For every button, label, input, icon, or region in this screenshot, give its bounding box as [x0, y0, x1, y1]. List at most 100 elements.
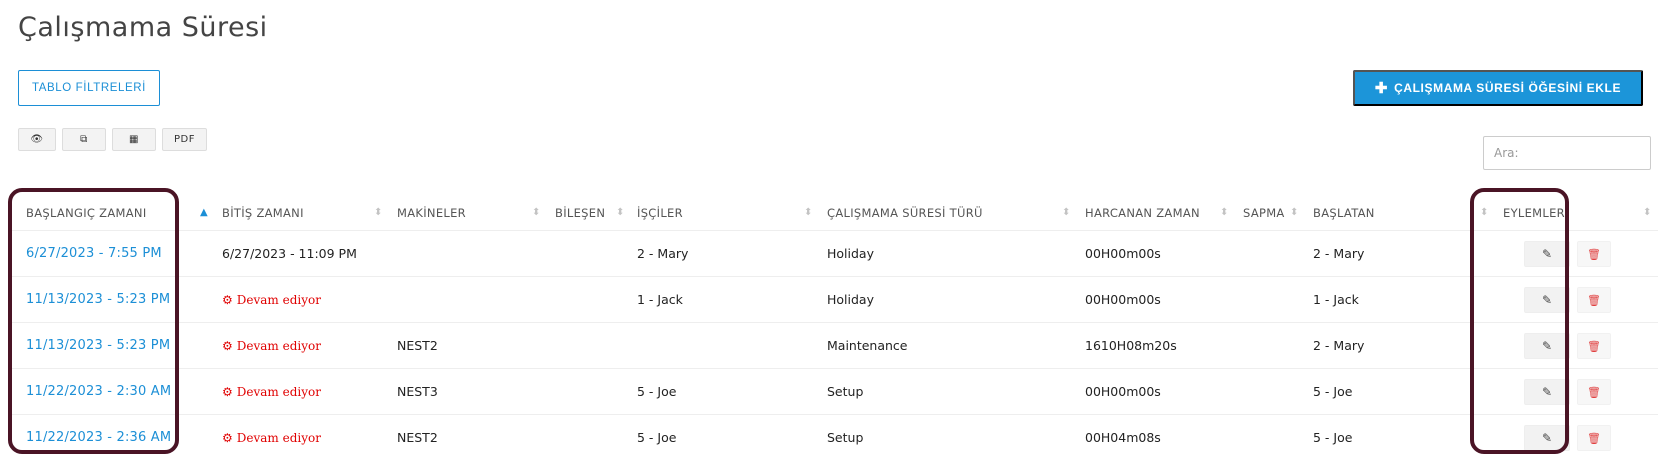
elapsed-time: 00H00m00s	[1085, 292, 1161, 307]
delete-button[interactable]: 🗑	[1577, 379, 1611, 405]
col-header-deviation[interactable]: SAPMA	[1243, 195, 1285, 230]
page-title: Çalışmama Süresi	[18, 12, 268, 43]
col-header-machines[interactable]: MAKİNELER	[397, 195, 466, 230]
add-downtime-button[interactable]: ✚ ÇALIŞMAMA SÜRESİ ÖĞESİNİ EKLE	[1353, 70, 1643, 106]
end-time-ongoing: ⚙ Devam ediyor	[222, 323, 321, 368]
sort-icon[interactable]: ⬍	[1643, 195, 1651, 230]
edit-button[interactable]: ✎	[1524, 379, 1570, 405]
downtime-type: Setup	[827, 430, 864, 445]
copy-button[interactable]: ⧉	[62, 128, 106, 151]
downtime-type: Holiday	[827, 292, 874, 307]
downtime-type: Setup	[827, 384, 864, 399]
col-header-start-time[interactable]: BAŞLANGIÇ ZAMANI	[26, 195, 147, 230]
sort-icon[interactable]: ⬍	[1062, 195, 1070, 230]
end-time: 6/27/2023 - 11:09 PM	[222, 246, 357, 261]
table-row: 6/27/2023 - 7:55 PM 6/27/2023 - 11:09 PM…	[10, 231, 1658, 277]
pdf-button[interactable]: PDF	[162, 128, 207, 151]
sort-icon[interactable]: ⬍	[532, 195, 540, 230]
initiator: 1 - Jack	[1313, 292, 1359, 307]
sort-icon[interactable]: ⬍	[1220, 195, 1228, 230]
workers: 5 - Joe	[637, 384, 677, 399]
sort-icon[interactable]: ⬍	[1290, 195, 1298, 230]
end-time-ongoing: ⚙ Devam ediyor	[222, 369, 321, 414]
edit-button[interactable]: ✎	[1524, 241, 1570, 267]
table-row: 11/22/2023 - 2:36 AM ⚙ Devam ediyor NEST…	[10, 415, 1658, 458]
delete-button[interactable]: 🗑	[1577, 425, 1611, 451]
initiator: 5 - Joe	[1313, 430, 1353, 445]
eye-icon: 👁	[30, 134, 44, 145]
workers: 1 - Jack	[637, 292, 683, 307]
table-header-row: BAŞLANGIÇ ZAMANI ▲ BİTİŞ ZAMANI ⬍ MAKİNE…	[10, 195, 1658, 231]
copy-icon: ⧉	[80, 134, 88, 145]
add-downtime-label: ÇALIŞMAMA SÜRESİ ÖĞESİNİ EKLE	[1394, 81, 1622, 95]
delete-button[interactable]: 🗑	[1577, 241, 1611, 267]
table-filters-button[interactable]: TABLO FİLTRELERİ	[18, 70, 160, 106]
trash-icon: 🗑	[1587, 385, 1601, 399]
edit-button[interactable]: ✎	[1524, 425, 1570, 451]
excel-button[interactable]: ▦	[112, 128, 156, 151]
workers: 2 - Mary	[637, 246, 689, 261]
downtime-table: BAŞLANGIÇ ZAMANI ▲ BİTİŞ ZAMANI ⬍ MAKİNE…	[10, 195, 1658, 458]
end-time-ongoing: ⚙ Devam ediyor	[222, 415, 321, 458]
edit-icon: ✎	[1541, 385, 1553, 399]
gears-icon: ⚙	[222, 430, 233, 445]
trash-icon: 🗑	[1587, 339, 1601, 353]
sort-asc-icon[interactable]: ▲	[200, 195, 208, 230]
initiator: 2 - Mary	[1313, 338, 1365, 353]
table-row: 11/13/2023 - 5:23 PM ⚙ Devam ediyor NEST…	[10, 323, 1658, 369]
table-icon: ▦	[129, 134, 139, 145]
ongoing-label: Devam ediyor	[236, 338, 321, 353]
plus-icon: ✚	[1374, 80, 1389, 97]
ongoing-label: Devam ediyor	[236, 430, 321, 445]
downtime-type: Maintenance	[827, 338, 908, 353]
edit-icon: ✎	[1541, 431, 1553, 445]
start-time-link[interactable]: 11/13/2023 - 5:23 PM	[26, 277, 170, 322]
search-input[interactable]	[1483, 136, 1651, 170]
sort-icon[interactable]: ⬍	[1480, 195, 1488, 230]
initiator: 5 - Joe	[1313, 384, 1353, 399]
gears-icon: ⚙	[222, 384, 233, 399]
downtime-type: Holiday	[827, 246, 874, 261]
trash-icon: 🗑	[1587, 293, 1601, 307]
edit-icon: ✎	[1541, 247, 1553, 261]
start-time-link[interactable]: 11/22/2023 - 2:30 AM	[26, 369, 171, 414]
export-buttons: 👁 ⧉ ▦ PDF	[18, 128, 207, 151]
sort-icon[interactable]: ⬍	[374, 195, 382, 230]
workers: 5 - Joe	[637, 430, 677, 445]
sort-icon[interactable]: ⬍	[616, 195, 624, 230]
elapsed-time: 00H00m00s	[1085, 246, 1161, 261]
start-time-link[interactable]: 11/22/2023 - 2:36 AM	[26, 415, 171, 458]
elapsed-time: 00H00m00s	[1085, 384, 1161, 399]
col-header-actions[interactable]: EYLEMLER	[1503, 195, 1565, 230]
sort-icon[interactable]: ⬍	[804, 195, 812, 230]
start-time-link[interactable]: 11/13/2023 - 5:23 PM	[26, 323, 170, 368]
column-visibility-button[interactable]: 👁	[18, 128, 56, 151]
edit-icon: ✎	[1541, 293, 1553, 307]
edit-icon: ✎	[1541, 339, 1553, 353]
machine: NEST3	[397, 384, 438, 399]
ongoing-label: Devam ediyor	[236, 384, 321, 399]
initiator: 2 - Mary	[1313, 246, 1365, 261]
edit-button[interactable]: ✎	[1524, 333, 1570, 359]
machine: NEST2	[397, 430, 438, 445]
col-header-elapsed-time[interactable]: HARCANAN ZAMAN	[1085, 195, 1200, 230]
delete-button[interactable]: 🗑	[1577, 333, 1611, 359]
gears-icon: ⚙	[222, 338, 233, 353]
trash-icon: 🗑	[1587, 247, 1601, 261]
col-header-workers[interactable]: İŞÇİLER	[637, 195, 683, 230]
machine: NEST2	[397, 338, 438, 353]
col-header-component[interactable]: BİLEŞEN	[555, 195, 605, 230]
table-row: 11/22/2023 - 2:30 AM ⚙ Devam ediyor NEST…	[10, 369, 1658, 415]
col-header-end-time[interactable]: BİTİŞ ZAMANI	[222, 195, 304, 230]
table-row: 11/13/2023 - 5:23 PM ⚙ Devam ediyor 1 - …	[10, 277, 1658, 323]
delete-button[interactable]: 🗑	[1577, 287, 1611, 313]
trash-icon: 🗑	[1587, 431, 1601, 445]
edit-button[interactable]: ✎	[1524, 287, 1570, 313]
ongoing-label: Devam ediyor	[236, 292, 321, 307]
start-time-link[interactable]: 6/27/2023 - 7:55 PM	[26, 231, 162, 276]
elapsed-time: 00H04m08s	[1085, 430, 1161, 445]
elapsed-time: 1610H08m20s	[1085, 338, 1177, 353]
end-time-ongoing: ⚙ Devam ediyor	[222, 277, 321, 322]
col-header-initiator[interactable]: BAŞLATAN	[1313, 195, 1375, 230]
col-header-downtime-type[interactable]: ÇALIŞMAMA SÜRESİ TÜRÜ	[827, 195, 983, 230]
